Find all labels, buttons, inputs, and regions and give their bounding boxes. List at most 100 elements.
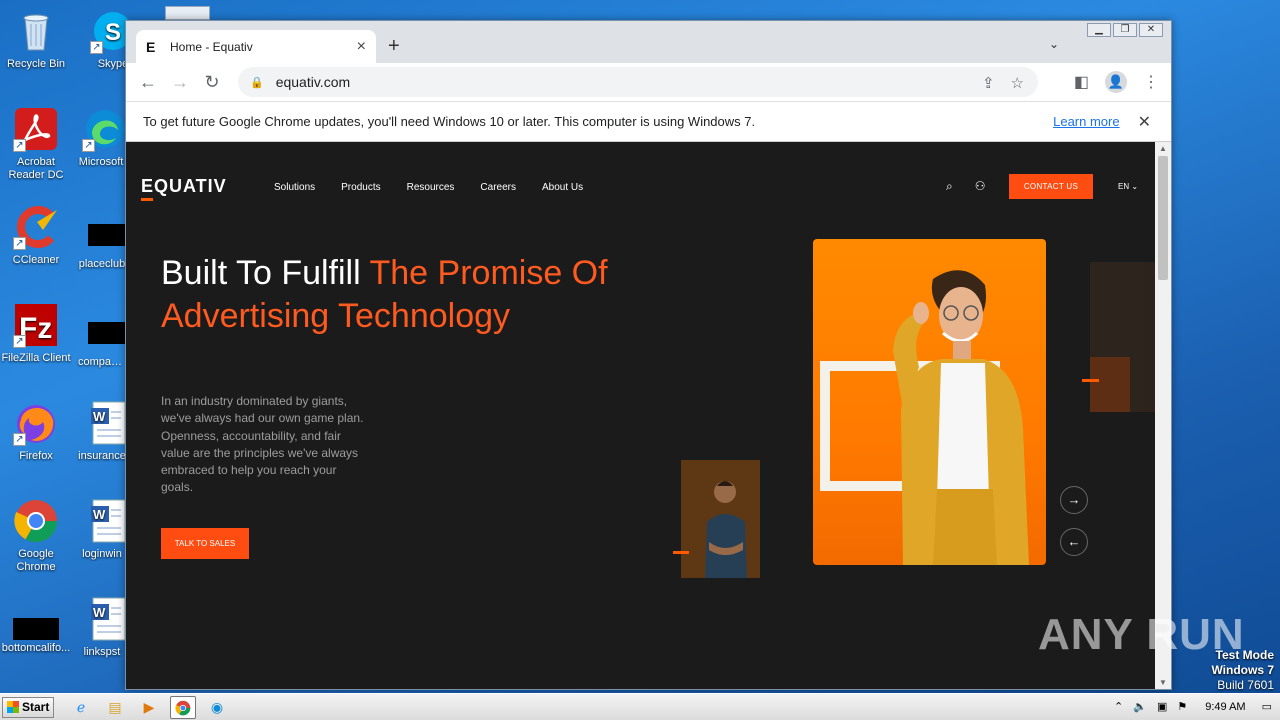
page-viewport: EQUATIV Solutions Products Resources Car… — [126, 142, 1155, 689]
action-center-flag-icon[interactable]: ⚑ — [1177, 700, 1187, 713]
main-hero-image — [813, 239, 1046, 565]
chrome-taskbar-icon[interactable] — [170, 696, 196, 719]
shortcut-arrow-icon: ↗ — [13, 433, 26, 446]
restore-button[interactable]: ❐ — [1113, 23, 1137, 37]
contact-us-button[interactable]: CONTACT US — [1009, 174, 1093, 199]
desktop-icon-label: FileZilla Client — [1, 352, 71, 364]
start-label: Start — [22, 700, 50, 714]
menu-kebab-icon[interactable]: ⋮ — [1143, 72, 1159, 92]
internet-explorer-taskbar-icon[interactable]: ℯ — [68, 696, 94, 719]
carousel-prev-button[interactable]: ← — [1060, 528, 1088, 556]
desktop-icon-label: Google Chrome — [16, 548, 56, 573]
orange-dash — [1082, 379, 1099, 382]
desktop-icon-microsoft-edge[interactable]: ↗ Microsoft — [72, 106, 126, 169]
logo-text: EQUATIV — [141, 176, 227, 196]
desktop-icon-linkspst[interactable]: W linkspst — [72, 596, 126, 659]
partial-icon — [165, 6, 210, 20]
nav-item-careers[interactable]: Careers — [480, 182, 516, 193]
scroll-down-arrow-icon[interactable]: ▼ — [1155, 678, 1171, 687]
svg-text:W: W — [93, 409, 106, 424]
desktop-icon-label: placeclub — [78, 258, 126, 270]
desktop-icon-label: Skype — [97, 58, 129, 70]
nav-item-solutions[interactable]: Solutions — [274, 182, 315, 193]
nav-item-products[interactable]: Products — [341, 182, 380, 193]
language-selector[interactable]: EN ⌄ — [1118, 182, 1138, 191]
show-hidden-icons-icon[interactable]: ⌃ — [1114, 700, 1123, 713]
window-controls: ▁ ❐ ✕ — [1087, 23, 1163, 37]
shortcut-arrow-icon: ↗ — [90, 41, 103, 54]
talk-to-sales-button[interactable]: TALK TO SALES — [161, 528, 249, 559]
desktop-icon-skype[interactable]: S ↗ Skype — [72, 8, 132, 71]
shortcut-arrow-icon: ↗ — [13, 237, 26, 250]
desktop-icon-insurance[interactable]: W insurance — [72, 400, 126, 463]
desktop-icon-filezilla[interactable]: Fz ↗ FileZilla Client — [0, 302, 74, 365]
desktop-icon-bottomcalifo[interactable]: bottomcalifo... — [0, 604, 74, 655]
woman-portrait-image — [893, 270, 1029, 565]
desktop-icon-ccleaner[interactable]: ↗ CCleaner — [0, 204, 74, 267]
file-explorer-taskbar-icon[interactable]: ▤ — [102, 696, 128, 719]
close-window-button[interactable]: ✕ — [1139, 23, 1163, 37]
desktop-icon-placeclub[interactable]: placeclub — [72, 212, 126, 271]
scroll-up-arrow-icon[interactable]: ▲ — [1155, 144, 1171, 153]
nav-item-resources[interactable]: Resources — [407, 182, 455, 193]
lock-icon[interactable]: 🔒 — [250, 76, 264, 89]
side-panel-icon[interactable]: ◧ — [1074, 72, 1089, 92]
svg-text:W: W — [93, 507, 106, 522]
new-tab-button[interactable]: + — [388, 35, 400, 58]
shortcut-arrow-icon: ↗ — [82, 139, 95, 152]
desktop-icon-label: linkspst — [83, 646, 121, 658]
browser-window: ▁ ❐ ✕ E Home - Equativ × + ⌄ ← → ↻ 🔒 equ… — [125, 20, 1172, 690]
volume-icon[interactable]: 🔈 — [1133, 700, 1147, 713]
desktop-icon-google-chrome[interactable]: Google Chrome — [0, 498, 74, 574]
nav-item-about-us[interactable]: About Us — [542, 182, 583, 193]
tab-search-chevron-icon[interactable]: ⌄ — [1049, 37, 1059, 51]
clock[interactable]: 9:49 AM — [1205, 701, 1245, 713]
carousel-next-button[interactable]: → — [1060, 486, 1088, 514]
desktop-icon-label: Recycle Bin — [6, 58, 66, 70]
edge-taskbar-icon[interactable]: ◉ — [204, 696, 230, 719]
tab-home-equativ[interactable]: E Home - Equativ × — [136, 30, 376, 63]
show-desktop-icon[interactable]: ▭ — [1262, 700, 1272, 713]
test-mode-notice: Test Mode Windows 7 Build 7601 — [1211, 648, 1274, 693]
svg-text:W: W — [93, 605, 106, 620]
desktop-icon-firefox[interactable]: ↗ Firefox — [0, 400, 74, 463]
forward-button[interactable]: → — [164, 72, 196, 93]
start-button[interactable]: Start — [2, 697, 54, 718]
desktop-icon-companys[interactable]: companys — [72, 310, 126, 369]
desktop-icon-acrobat[interactable]: ↗ Acrobat Reader DC — [0, 106, 74, 182]
desktop-icon-label: Firefox — [19, 450, 53, 462]
learn-more-link[interactable]: Learn more — [1053, 114, 1119, 129]
redacted-icon — [88, 322, 126, 344]
next-slide-preview-image — [1090, 262, 1155, 412]
desktop-icon-recycle-bin[interactable]: Recycle Bin — [0, 8, 74, 71]
minimize-button[interactable]: ▁ — [1087, 23, 1111, 37]
close-tab-icon[interactable]: × — [357, 38, 366, 56]
page-scrollbar[interactable]: ▲ ▼ — [1155, 142, 1171, 689]
infobar-message: To get future Google Chrome updates, you… — [143, 114, 756, 129]
shortcut-arrow-icon: ↗ — [13, 335, 26, 348]
bookmark-star-icon[interactable]: ☆ — [1011, 74, 1024, 92]
back-button[interactable]: ← — [132, 72, 164, 93]
media-player-taskbar-icon[interactable]: ▶ — [136, 696, 162, 719]
desktop-icon-loginwin[interactable]: W loginwin — [72, 498, 126, 561]
desktop-icon-label: CCleaner — [12, 254, 60, 266]
shortcut-arrow-icon: ↗ — [13, 139, 26, 152]
headline-white: Built To Fulfill — [161, 254, 370, 292]
reload-button[interactable]: ↻ — [196, 72, 228, 93]
equativ-favicon-icon: E — [146, 38, 156, 55]
infobar-close-icon[interactable]: ✕ — [1138, 112, 1151, 132]
share-icon[interactable]: ⇪ — [982, 74, 995, 92]
search-icon[interactable]: ⌕ — [946, 179, 953, 194]
edge-icon: ↗ — [82, 106, 126, 152]
hero-headline: Built To Fulfill The Promise Of Advertis… — [161, 252, 681, 338]
scrollbar-thumb[interactable] — [1158, 156, 1168, 280]
network-icon[interactable]: ▣ — [1157, 700, 1167, 713]
profile-avatar-icon[interactable]: 👤 — [1105, 71, 1127, 93]
update-infobar: To get future Google Chrome updates, you… — [126, 101, 1171, 142]
desktop-icon-label: loginwin — [82, 548, 122, 560]
desktop-icon-label: insurance — [78, 450, 126, 462]
equativ-logo[interactable]: EQUATIV — [141, 176, 227, 201]
address-bar[interactable]: 🔒 equativ.com ⇪ ☆ — [238, 67, 1038, 97]
user-account-icon[interactable]: ⚇ — [975, 179, 986, 194]
logo-accent-bar — [141, 198, 153, 201]
